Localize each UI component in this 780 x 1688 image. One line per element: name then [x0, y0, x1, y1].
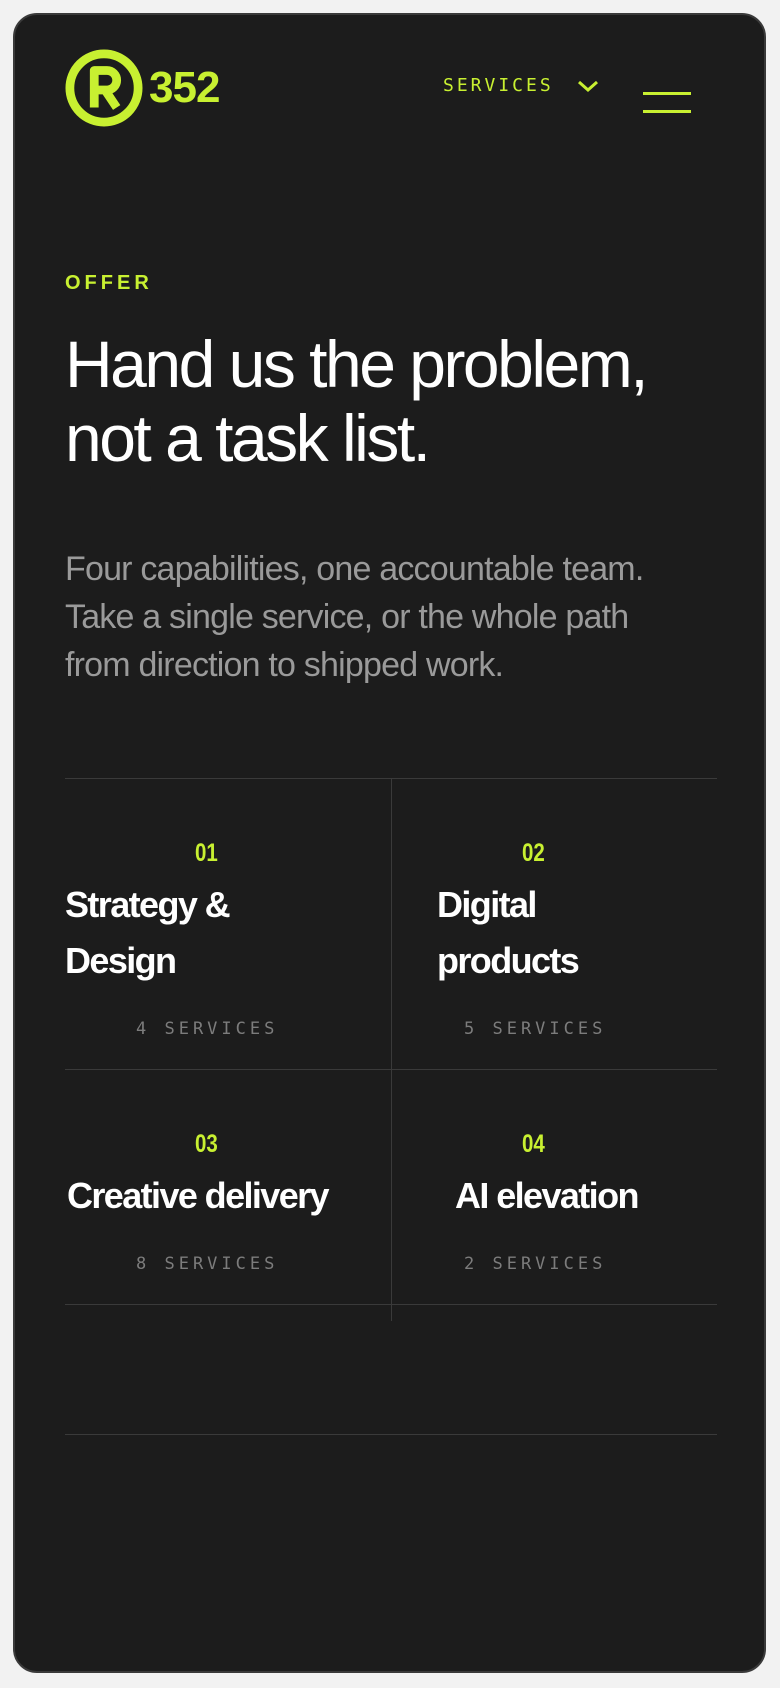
service-count: 2 SERVICES	[464, 1254, 607, 1274]
logo-text: 352	[149, 63, 220, 112]
headline-line-2: not a task list.	[65, 401, 431, 475]
services-dropdown[interactable]: SERVICES	[443, 75, 600, 96]
hamburger-menu-icon	[643, 92, 691, 95]
page-headline: Hand us the problem, not a task list.	[65, 327, 745, 475]
intro-paragraph: Four capabilities, one accountable team.…	[65, 545, 705, 689]
service-number: 03	[195, 1130, 218, 1158]
section-eyebrow: OFFER	[65, 272, 153, 294]
headline-line-1: Hand us the problem,	[65, 327, 649, 401]
section-divider-end	[65, 1434, 717, 1435]
service-number: 02	[522, 839, 545, 867]
intro-line-2: Take a single service, or the whole path	[65, 598, 629, 636]
service-count: 5 SERVICES	[464, 1019, 607, 1039]
service-title: Strategy & Design	[65, 884, 231, 981]
hamburger-menu-icon-bar	[643, 110, 691, 113]
app-frame: 352 SERVICES OFFER Hand us the problem, …	[13, 13, 766, 1673]
service-count: 4 SERVICES	[136, 1019, 279, 1039]
brand-logo[interactable]: 352	[65, 49, 220, 127]
intro-line-1: Four capabilities, one accountable team.	[65, 550, 644, 588]
service-card-ai-elevation[interactable]: 04 AI elevation 2 SERVICES	[392, 1070, 717, 1304]
service-count: 8 SERVICES	[136, 1254, 279, 1274]
chevron-down-icon	[577, 80, 598, 92]
service-card-creative-delivery[interactable]: 03 Creative delivery 8 SERVICES	[65, 1070, 391, 1304]
services-dropdown-label: SERVICES	[443, 75, 554, 96]
intro-line-3: from direction to shipped work.	[65, 646, 504, 684]
service-title: AI elevation	[455, 1175, 639, 1216]
service-number: 04	[522, 1130, 545, 1158]
menu-button[interactable]	[643, 77, 693, 113]
service-card-digital-products[interactable]: 02 Digital products 5 SERVICES	[392, 779, 717, 1069]
service-card-strategy-design[interactable]: 01 Strategy & Design 4 SERVICES	[65, 779, 391, 1069]
service-title: Digital products	[437, 884, 580, 981]
service-title: Creative delivery	[67, 1175, 330, 1216]
service-number: 01	[195, 839, 218, 867]
logo-r-icon	[65, 49, 143, 127]
